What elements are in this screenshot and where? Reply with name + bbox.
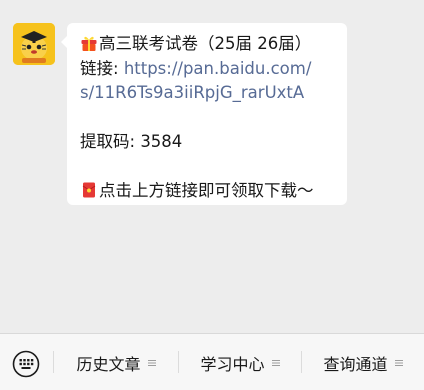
message-title: 高三联考试卷（25届 26届） xyxy=(99,34,312,53)
pan-link-part1[interactable]: https://pan.baidu.com/ xyxy=(124,59,312,78)
avatar[interactable] xyxy=(13,23,55,65)
menu-tab-label: 学习中心 xyxy=(200,354,265,374)
menu-tab-query-channel[interactable]: 查询通道 xyxy=(302,334,424,390)
menu-tab-label: 查询通道 xyxy=(323,354,388,374)
cta-text: 点击上方链接即可领取下载～ xyxy=(99,181,314,200)
submenu-icon xyxy=(394,359,403,366)
chat-area: 高三联考试卷（25届 26届） 链接: https://pan.baidu.co… xyxy=(0,0,424,333)
link-label: 链接: xyxy=(80,58,124,78)
pan-link-part2[interactable]: s/11R6Ts9a3iiRpjG_rarUxtA xyxy=(80,83,304,102)
code-value: 3584 xyxy=(140,132,183,151)
code-line: 提取码: 3584 xyxy=(80,130,337,155)
cartoon-tiger-icon xyxy=(13,23,55,65)
menu-tab-history-articles[interactable]: 历史文章 xyxy=(54,334,178,390)
bottom-menu-bar: 历史文章 学习中心 查询通道 xyxy=(0,333,424,390)
message-title-line: 高三联考试卷（25届 26届） xyxy=(80,32,337,57)
link-line: 链接: https://pan.baidu.com/ xyxy=(80,57,337,82)
keyboard-icon[interactable] xyxy=(12,350,40,378)
code-label: 提取码: xyxy=(80,132,141,151)
submenu-icon xyxy=(271,359,280,366)
message-bubble: 高三联考试卷（25届 26届） 链接: https://pan.baidu.co… xyxy=(61,23,347,205)
menu-tab-study-center[interactable]: 学习中心 xyxy=(179,334,301,390)
link-line-2: s/11R6Ts9a3iiRpjG_rarUxtA xyxy=(80,81,337,106)
gift-icon xyxy=(81,36,97,51)
menu-tab-label: 历史文章 xyxy=(76,354,141,374)
submenu-icon xyxy=(147,359,156,366)
red-envelope-icon xyxy=(82,182,96,198)
cta-line: 点击上方链接即可领取下载～ xyxy=(80,179,337,204)
